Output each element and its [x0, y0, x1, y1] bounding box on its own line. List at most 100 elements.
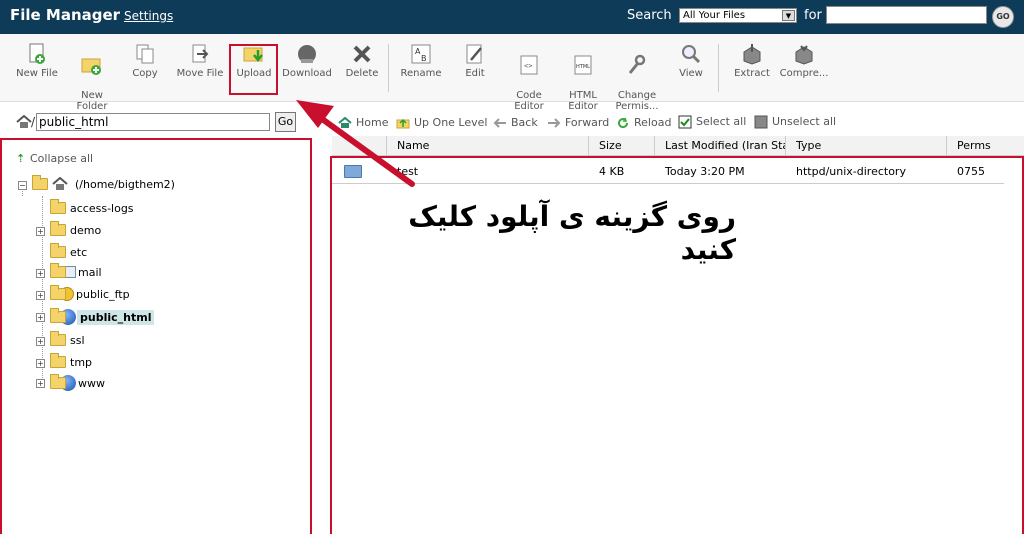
- tree-item-etc[interactable]: etc: [36, 243, 87, 263]
- nav-reload-button[interactable]: Reload: [616, 116, 671, 129]
- copy-icon: [136, 44, 154, 64]
- code-editor-button[interactable]: <> Code Editor: [501, 42, 557, 112]
- toolbar-divider: [718, 44, 719, 92]
- tree-root[interactable]: − (/home/bigthem2): [18, 175, 175, 195]
- delete-icon: [353, 45, 371, 63]
- column-header-perms[interactable]: Perms: [957, 139, 991, 152]
- rename-button[interactable]: AB Rename: [393, 42, 449, 98]
- file-size: 4 KB: [599, 165, 625, 178]
- move-file-button[interactable]: Move File: [171, 42, 229, 98]
- rename-label: Rename: [400, 68, 442, 79]
- copy-button[interactable]: Copy: [117, 42, 173, 98]
- download-button[interactable]: Download: [279, 42, 335, 98]
- checkbox-checked-icon: [678, 115, 692, 129]
- unselect-all-button[interactable]: Unselect all: [754, 115, 836, 129]
- folder-icon: [50, 353, 66, 368]
- change-permissions-button[interactable]: Change Permis...: [609, 42, 665, 112]
- for-label: for: [804, 8, 822, 23]
- collapse-arrow-icon: ⇡: [16, 152, 26, 165]
- search-go-button[interactable]: GO: [992, 6, 1014, 28]
- path-root-slash: /: [31, 115, 36, 129]
- select-all-label: Select all: [696, 115, 747, 128]
- unselect-all-label: Unselect all: [772, 115, 837, 128]
- column-header-size[interactable]: Size: [599, 139, 622, 152]
- code-editor-label: Code Editor: [514, 90, 544, 112]
- tree-item-public-html[interactable]: + public_html: [36, 308, 155, 327]
- new-folder-icon: [81, 58, 101, 75]
- search-scope-select[interactable]: All Your Files ▼: [679, 8, 797, 23]
- nav-up-button[interactable]: Up One Level: [396, 116, 487, 129]
- column-divider: [654, 136, 655, 156]
- expand-toggle[interactable]: +: [36, 227, 45, 236]
- tree-item-access-logs[interactable]: access-logs: [36, 199, 134, 219]
- nav-back-button[interactable]: Back: [493, 116, 538, 129]
- arrow-left-icon: [493, 118, 506, 128]
- download-label: Download: [282, 68, 332, 79]
- tree-item-ssl[interactable]: + ssl: [36, 331, 85, 351]
- select-all-button[interactable]: Select all: [678, 115, 746, 129]
- new-file-button[interactable]: New File: [9, 42, 65, 98]
- move-file-label: Move File: [176, 68, 224, 79]
- permissions-icon: [628, 54, 646, 74]
- extract-icon: [743, 44, 761, 65]
- expand-toggle[interactable]: +: [36, 269, 45, 278]
- tree-item-demo[interactable]: + demo: [36, 221, 101, 241]
- collapse-all-label: Collapse all: [30, 152, 94, 165]
- tree-item-label: ssl: [70, 333, 85, 347]
- svg-text:B: B: [421, 54, 427, 63]
- path-bar: / public_html Go: [0, 108, 330, 136]
- file-name: test: [397, 165, 419, 178]
- view-button[interactable]: View: [663, 42, 719, 98]
- upload-highlight-box: [229, 44, 278, 95]
- search-input[interactable]: [826, 6, 987, 24]
- file-perms: 0755: [957, 165, 985, 178]
- tree-item-www[interactable]: + www: [36, 374, 105, 393]
- reload-icon: [618, 117, 629, 129]
- home-icon: [16, 115, 32, 128]
- column-divider: [946, 136, 947, 156]
- table-row[interactable]: test 4 KB Today 3:20 PM httpd/unix-direc…: [332, 160, 1004, 184]
- expand-toggle[interactable]: +: [36, 291, 45, 300]
- column-header-name[interactable]: Name: [397, 139, 429, 152]
- edit-label: Edit: [465, 68, 485, 79]
- tree-item-mail[interactable]: + mail: [36, 263, 102, 283]
- edit-button[interactable]: Edit: [447, 42, 503, 98]
- column-header-modified[interactable]: Last Modified (Iran Stand: [665, 139, 785, 152]
- extract-label: Extract: [734, 68, 770, 79]
- expand-toggle[interactable]: +: [36, 359, 45, 368]
- path-go-button[interactable]: Go: [275, 112, 296, 132]
- extract-button[interactable]: Extract: [724, 42, 780, 98]
- rename-icon: AB: [411, 44, 431, 64]
- chevron-down-icon: ▼: [782, 10, 795, 21]
- nav-forward-button[interactable]: Forward: [547, 116, 609, 129]
- expand-toggle[interactable]: +: [36, 313, 45, 322]
- column-header-type[interactable]: Type: [796, 139, 821, 152]
- delete-button[interactable]: Delete: [334, 42, 390, 98]
- compress-button[interactable]: Compre...: [776, 42, 832, 98]
- compress-icon: [795, 45, 813, 65]
- new-folder-button[interactable]: New Folder: [64, 42, 120, 112]
- tree-item-tmp[interactable]: + tmp: [36, 353, 93, 373]
- expand-toggle[interactable]: +: [36, 379, 45, 388]
- svg-text:<>: <>: [524, 62, 532, 70]
- nav-home-button[interactable]: Home: [338, 116, 388, 129]
- expand-toggle[interactable]: +: [36, 337, 45, 346]
- collapse-all-button[interactable]: ⇡ Collapse all: [16, 152, 93, 165]
- settings-link[interactable]: Settings: [124, 9, 173, 23]
- svg-text:HTML: HTML: [576, 64, 590, 70]
- file-modified: Today 3:20 PM: [665, 165, 745, 178]
- tree-item-label: tmp: [70, 355, 93, 369]
- new-file-label: New File: [16, 68, 58, 79]
- checkbox-empty-icon: [754, 115, 768, 129]
- change-permissions-label: Change Permis...: [615, 90, 659, 112]
- html-editor-button[interactable]: HTML HTML Editor: [555, 42, 611, 112]
- folder-icon: [50, 285, 66, 300]
- tree-root-label: (/home/bigthem2): [75, 177, 175, 191]
- path-input[interactable]: public_html: [36, 113, 270, 131]
- home-icon: [338, 117, 352, 128]
- tree-item-public-ftp[interactable]: + public_ftp: [36, 285, 130, 305]
- nav-reload-label: Reload: [634, 116, 672, 129]
- tree-item-label: mail: [78, 265, 102, 279]
- folder-icon: [50, 263, 66, 278]
- collapse-toggle[interactable]: −: [18, 181, 27, 190]
